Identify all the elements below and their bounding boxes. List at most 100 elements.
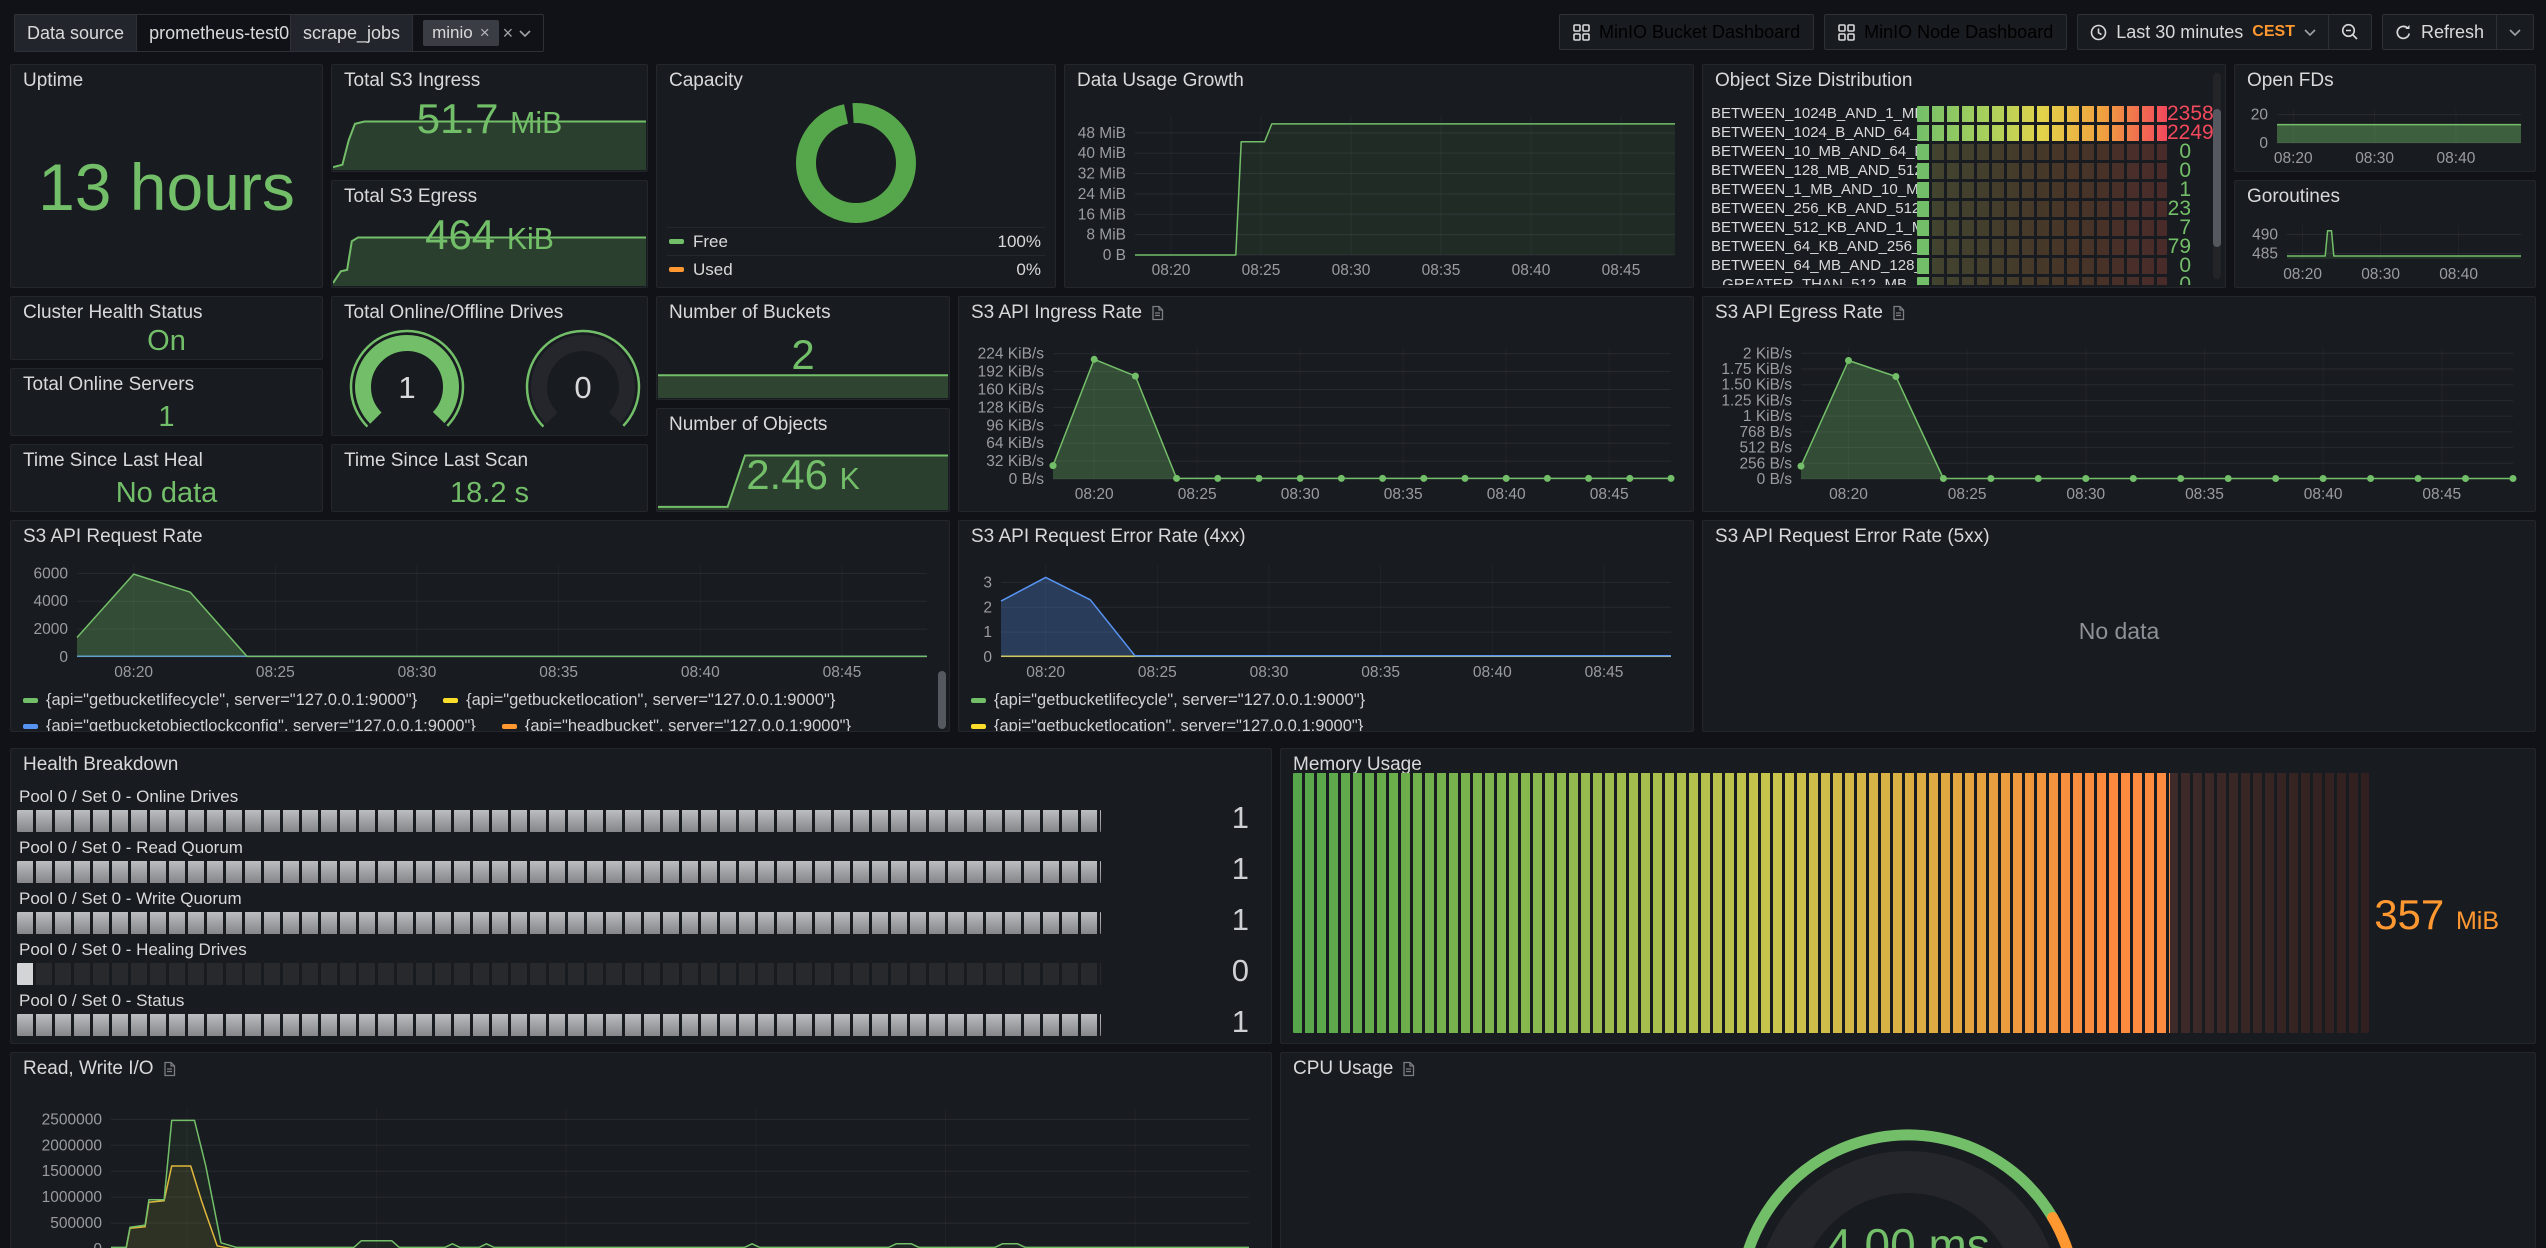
memory-usage-led-gauge[interactable]: [1293, 773, 2369, 1033]
svg-text:08:30: 08:30: [1250, 664, 1289, 681]
svg-text:485: 485: [2252, 245, 2278, 262]
svg-text:08:40: 08:40: [2304, 486, 2343, 503]
panel-title[interactable]: Number of Buckets: [657, 297, 949, 329]
object-size-row[interactable]: BETWEEN_512_KB_AND_1_MB 7: [1711, 219, 2217, 236]
svg-text:08:25: 08:25: [1138, 664, 1177, 681]
panel-title[interactable]: CPU Usage: [1281, 1053, 2535, 1085]
legend-item[interactable]: {api="getbucketlifecycle", server="127.0…: [971, 691, 1365, 710]
object-size-row[interactable]: BETWEEN_256_KB_AND_512_KB 23: [1711, 200, 2217, 217]
s3-ingress-rate-chart[interactable]: 08:2008:2508:3008:3508:4008:450 B/s32 Ki…: [967, 331, 1685, 507]
svg-text:08:25: 08:25: [256, 664, 295, 681]
led-bar: [1917, 201, 2167, 217]
scrape-jobs-select[interactable]: [517, 15, 543, 51]
legend-item[interactable]: {api="getbucketlifecycle", server="127.0…: [23, 691, 417, 710]
legend-item[interactable]: {api="getbucketlocation", server="127.0.…: [971, 717, 1363, 731]
health-row[interactable]: Pool 0 / Set 0 - Write Quorum 1: [17, 889, 1259, 934]
panel-time-since-last-heal: Time Since Last Heal No data: [10, 444, 323, 512]
refresh-interval-picker[interactable]: [2496, 15, 2533, 49]
svg-text:0: 0: [983, 649, 992, 666]
tag-close-icon[interactable]: ×: [480, 23, 490, 43]
refresh-button[interactable]: Refresh: [2383, 15, 2496, 49]
panel-title[interactable]: Read, Write I/O: [11, 1053, 1271, 1085]
open-fds-chart[interactable]: 08:2008:3008:40020: [2241, 91, 2531, 169]
object-size-row[interactable]: BETWEEN_1024_B_AND_64_KB 2249: [1711, 124, 2217, 141]
clear-all-icon[interactable]: ×: [499, 15, 518, 51]
panel-title[interactable]: S3 API Request Rate: [11, 521, 949, 553]
object-size-row[interactable]: BETWEEN_1_MB_AND_10_MB 1: [1711, 181, 2217, 198]
svg-text:08:45: 08:45: [823, 664, 862, 681]
svg-text:0: 0: [93, 1241, 102, 1248]
svg-text:08:25: 08:25: [1948, 486, 1987, 503]
panel-title[interactable]: S3 API Egress Rate: [1703, 297, 2535, 329]
refresh-icon: [2395, 24, 2412, 41]
panel-title[interactable]: Time Since Last Scan: [332, 445, 647, 477]
data-usage-growth-chart[interactable]: 08:2008:2508:3008:3508:4008:450 B8 MiB16…: [1073, 93, 1685, 283]
led-bar: [1917, 144, 2167, 160]
panel-title[interactable]: S3 API Request Error Rate (4xx): [959, 521, 1693, 553]
svg-text:6000: 6000: [34, 565, 69, 582]
legend-item[interactable]: {api="headbucket", server="127.0.0.1:900…: [502, 717, 851, 731]
legend-scrollbar-thumb[interactable]: [938, 671, 946, 729]
object-size-row[interactable]: BETWEEN_128_MB_AND_512_... 0: [1711, 162, 2217, 179]
scrape-jobs-picker[interactable]: scrape_jobs minio × ×: [290, 14, 544, 52]
panel-title[interactable]: Total Online Servers: [11, 369, 322, 401]
panel-title[interactable]: Health Breakdown: [11, 749, 1271, 781]
read-write-io-chart[interactable]: 08:2008:2508:3008:3508:4008:450500000100…: [19, 1087, 1263, 1248]
svg-text:08:30: 08:30: [2355, 150, 2394, 167]
panel-title[interactable]: S3 API Ingress Rate: [959, 297, 1693, 329]
s3-request-rate-chart[interactable]: 08:2008:2508:3008:3508:4008:450200040006…: [19, 555, 941, 685]
panel-title[interactable]: Number of Objects: [657, 409, 949, 441]
panel-title[interactable]: Object Size Distribution: [1703, 65, 2225, 97]
time-range-picker[interactable]: Last 30 minutes CEST: [2078, 15, 2328, 49]
s3-error-rate-4xx-chart[interactable]: 08:2008:2508:3008:3508:4008:450123: [967, 555, 1685, 685]
health-row[interactable]: Pool 0 / Set 0 - Status 1: [17, 991, 1259, 1036]
health-breakdown-rows[interactable]: Pool 0 / Set 0 - Online Drives 1 Pool 0 …: [17, 787, 1259, 1042]
panel-description-icon[interactable]: [162, 1061, 177, 1077]
panel-title[interactable]: Capacity: [657, 65, 1055, 97]
object-size-row[interactable]: BETWEEN_1024B_AND_1_MB 2358: [1711, 105, 2217, 122]
goroutines-chart[interactable]: 08:2008:3008:40485490: [2241, 207, 2531, 285]
capacity-donut[interactable]: [657, 99, 1055, 227]
panel-title[interactable]: Time Since Last Heal: [11, 445, 322, 477]
panel-title[interactable]: Total S3 Egress: [332, 181, 647, 213]
object-size-row[interactable]: BETWEEN_64_KB_AND_256_KB 79: [1711, 238, 2217, 255]
datasource-picker[interactable]: Data source prometheus-test01: [14, 14, 332, 52]
panel-title[interactable]: Uptime: [11, 65, 322, 97]
health-row[interactable]: Pool 0 / Set 0 - Online Drives 1: [17, 787, 1259, 832]
cpu-usage-gauge[interactable]: 4.00 ms: [1281, 1087, 2535, 1248]
legend-row-used[interactable]: Used 0%: [667, 255, 1045, 283]
timezone-badge: CEST: [2252, 23, 2295, 41]
svg-text:2: 2: [983, 599, 992, 616]
panel-description-icon[interactable]: [1891, 305, 1906, 321]
panel-s3-api-ingress-rate: S3 API Ingress Rate 08:2008:2508:3008:35…: [958, 296, 1694, 512]
object-size-row[interactable]: BETWEEN_64_MB_AND_128_MB 0: [1711, 257, 2217, 274]
svg-text:08:30: 08:30: [1332, 262, 1371, 279]
legend-swatch: [443, 698, 458, 703]
object-size-row[interactable]: BETWEEN_10_MB_AND_64_MB 0: [1711, 143, 2217, 160]
minio-node-dashboard-button[interactable]: MinIO Node Dashboard: [1824, 14, 2067, 50]
legend-swatch: [23, 698, 38, 703]
object-size-row[interactable]: GREATER_THAN_512_MB 0: [1711, 276, 2217, 285]
svg-text:08:40: 08:40: [2439, 266, 2478, 283]
health-row[interactable]: Pool 0 / Set 0 - Healing Drives 0: [17, 940, 1259, 985]
clock-icon: [2090, 24, 2107, 41]
scrollbar-thumb[interactable]: [2213, 109, 2221, 247]
panel-description-icon[interactable]: [1150, 305, 1165, 321]
drives-gauges[interactable]: 10: [332, 323, 647, 436]
minio-bucket-dashboard-button[interactable]: MinIO Bucket Dashboard: [1559, 14, 1814, 50]
object-size-distribution-bars[interactable]: BETWEEN_1024B_AND_1_MB 2358 BETWEEN_1024…: [1711, 105, 2217, 285]
legend-row-free[interactable]: Free 100%: [667, 227, 1045, 255]
s3-egress-rate-chart[interactable]: 08:2008:2508:3008:3508:4008:450 B/s256 B…: [1711, 331, 2527, 507]
panel-title[interactable]: S3 API Request Error Rate (5xx): [1703, 521, 2535, 553]
health-row[interactable]: Pool 0 / Set 0 - Read Quorum 1: [17, 838, 1259, 883]
zoom-out-button[interactable]: [2328, 15, 2371, 49]
legend-item[interactable]: {api="getbucketlocation", server="127.0.…: [443, 691, 835, 710]
led-bar: [17, 861, 1101, 883]
panel-title[interactable]: Total S3 Ingress: [332, 65, 647, 97]
scrape-jobs-tag-minio[interactable]: minio ×: [423, 20, 499, 46]
svg-text:08:20: 08:20: [2274, 150, 2313, 167]
panel-description-icon[interactable]: [1401, 1061, 1416, 1077]
svg-text:08:25: 08:25: [1242, 262, 1281, 279]
legend-item[interactable]: {api="getbucketobjectlockconfig", server…: [23, 717, 476, 731]
buckets-value: 2: [657, 331, 949, 379]
